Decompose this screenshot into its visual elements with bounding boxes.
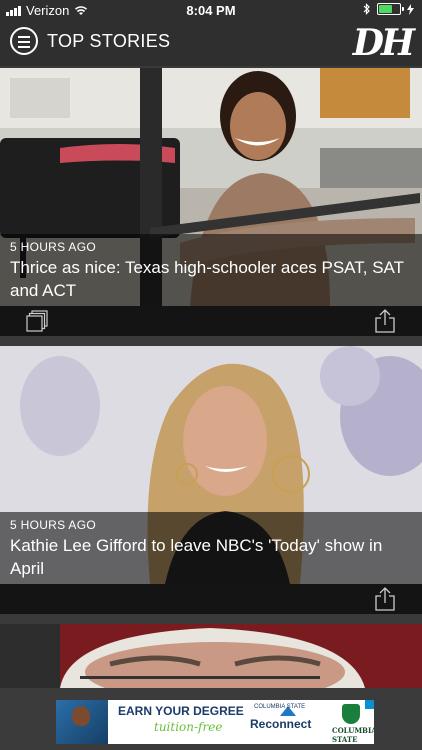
story-card[interactable]: 5 HOURS AGO Thrice as nice: Texas high-s… (0, 68, 422, 336)
ad-banner: EARN YOUR DEGREE tuition-free COLUMBIA S… (0, 688, 422, 750)
status-right (363, 3, 414, 15)
charging-bolt-icon (407, 3, 414, 15)
hamburger-menu-icon[interactable] (10, 27, 38, 55)
ad-headline: EARN YOUR DEGREE (118, 704, 244, 718)
ad-program: Reconnect (250, 717, 312, 731)
section-title: TOP STORIES (47, 31, 171, 51)
advertisement[interactable]: EARN YOUR DEGREE tuition-free COLUMBIA S… (56, 700, 374, 744)
story-card[interactable]: 5 HOURS AGO Kathie Lee Gifford to leave … (0, 346, 422, 614)
story-timestamp: 5 HOURS AGO (10, 240, 96, 254)
story-overlay: 5 HOURS AGO Kathie Lee Gifford to leave … (0, 512, 422, 584)
ad-brand: COLUMBIA STATE (332, 726, 374, 744)
gallery-icon[interactable] (26, 310, 48, 332)
ad-photo (56, 700, 108, 744)
story-image[interactable] (0, 624, 422, 688)
share-icon[interactable] (374, 309, 396, 333)
story-actions (0, 584, 422, 614)
dh-logo[interactable]: DH (353, 22, 415, 64)
app-header: TOP STORIES DH (0, 20, 422, 66)
battery-icon (377, 3, 404, 15)
story-actions (0, 306, 422, 336)
status-bar: Verizon 8:04 PM (0, 0, 422, 20)
status-time: 8:04 PM (186, 3, 236, 18)
adchoices-icon[interactable] (365, 700, 374, 709)
bluetooth-icon (363, 3, 370, 15)
ad-school-small: COLUMBIA STATE (254, 704, 306, 710)
story-headline[interactable]: Thrice as nice: Texas high-schooler aces… (10, 256, 412, 302)
story-headline[interactable]: Kathie Lee Gifford to leave NBC's 'Today… (10, 534, 412, 580)
share-icon[interactable] (374, 587, 396, 611)
story-timestamp: 5 HOURS AGO (10, 518, 96, 532)
college-seal-icon (342, 704, 360, 724)
story-overlay: 5 HOURS AGO Thrice as nice: Texas high-s… (0, 234, 422, 306)
ad-tagline: tuition-free (154, 720, 223, 734)
story-card[interactable] (0, 624, 422, 688)
